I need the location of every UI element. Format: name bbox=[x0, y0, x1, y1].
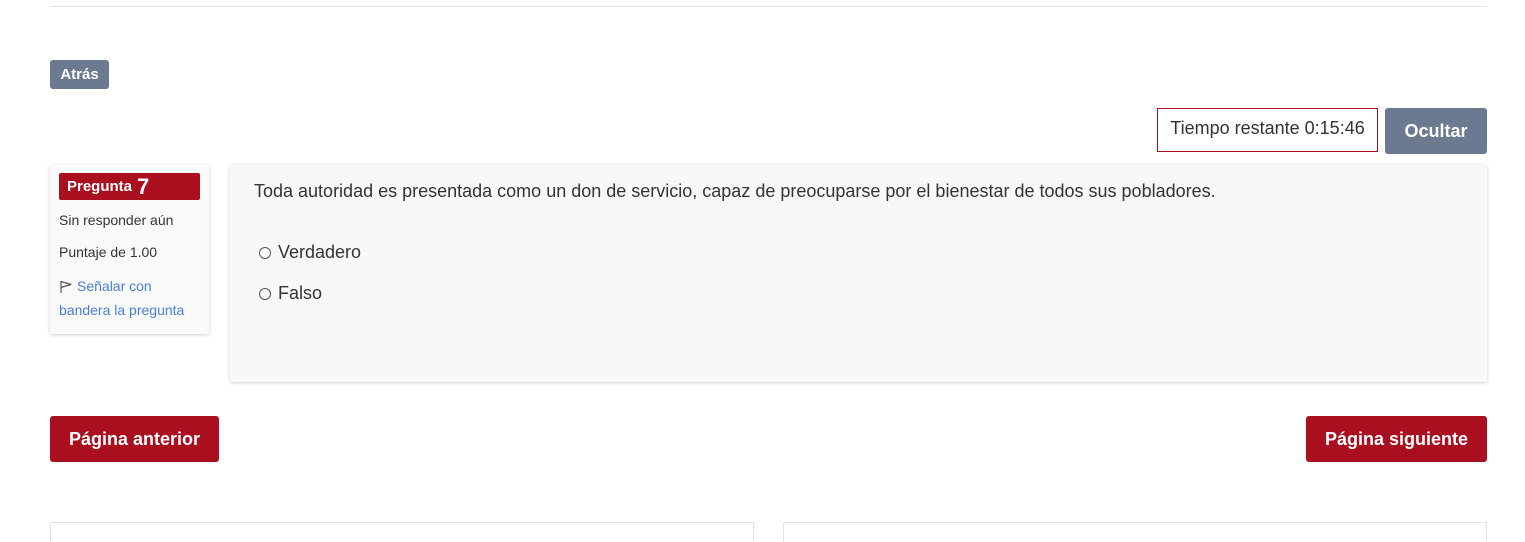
question-state: Sin responder aún bbox=[59, 212, 174, 228]
question-label: Pregunta bbox=[67, 178, 133, 195]
answer-label: Falso bbox=[278, 283, 323, 303]
flag-icon bbox=[60, 281, 72, 294]
radio-button[interactable] bbox=[259, 246, 271, 259]
time-remaining: Tiempo restante 0:15:46 bbox=[1157, 108, 1378, 152]
question-number: 7 bbox=[137, 173, 150, 199]
question-number-badge: Pregunta 7 bbox=[59, 173, 200, 200]
answer-option-falso[interactable]: Falso bbox=[259, 283, 322, 304]
bottom-card-left bbox=[50, 522, 754, 542]
hide-timer-button[interactable]: Ocultar bbox=[1385, 108, 1487, 154]
question-text: Toda autoridad es presentada como un don… bbox=[254, 181, 1216, 201]
question-grade: Puntaje de 1.00 bbox=[59, 244, 158, 260]
question-info-panel: Pregunta 7 Sin responder aún Puntaje de … bbox=[50, 165, 209, 334]
previous-page-button[interactable]: Página anterior bbox=[50, 416, 219, 462]
bottom-card-right bbox=[783, 522, 1487, 542]
top-divider bbox=[50, 6, 1487, 7]
flag-question-label: Señalar con bandera la pregunta bbox=[59, 278, 185, 318]
answer-label: Verdadero bbox=[278, 242, 362, 262]
flag-question-link[interactable]: Señalar con bandera la pregunta bbox=[59, 274, 200, 322]
radio-button[interactable] bbox=[259, 287, 271, 300]
next-page-button[interactable]: Página siguiente bbox=[1306, 416, 1487, 462]
question-content: Toda autoridad es presentada como un don… bbox=[230, 165, 1487, 382]
back-button[interactable]: Atrás bbox=[50, 60, 109, 89]
answer-option-verdadero[interactable]: Verdadero bbox=[259, 242, 361, 263]
